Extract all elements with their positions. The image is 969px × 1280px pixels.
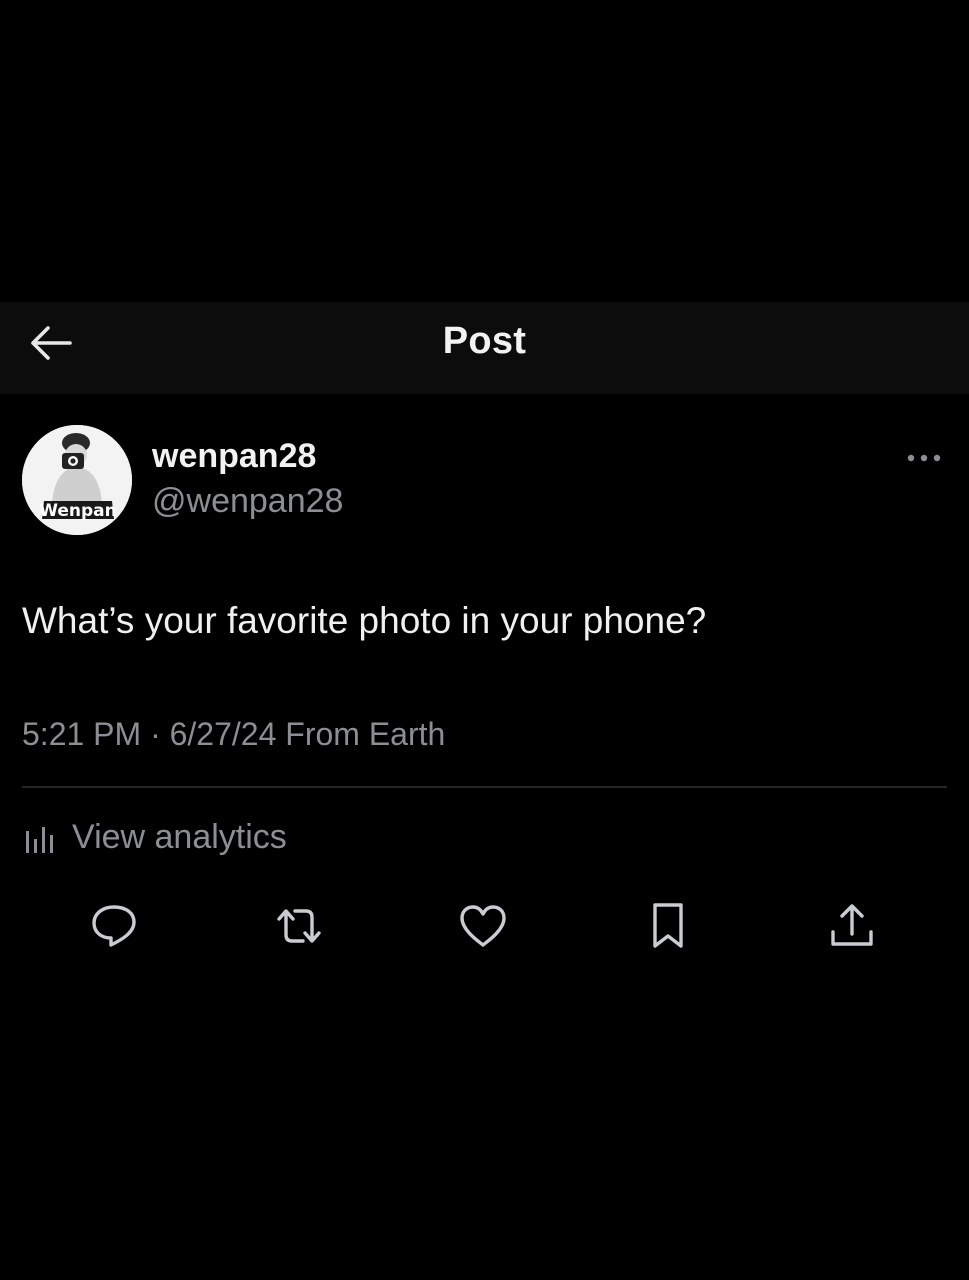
more-dots-icon <box>907 454 941 462</box>
more-options-button[interactable] <box>900 444 948 472</box>
author-display-name[interactable]: wenpan28 <box>152 437 316 476</box>
repost-icon <box>277 909 321 943</box>
like-button[interactable] <box>457 900 509 952</box>
post-text: What’s your favorite photo in your phone… <box>22 600 707 641</box>
post-timestamp: 5:21 PM · 6/27/24 From Earth <box>22 716 446 752</box>
author-handle[interactable]: @wenpan28 <box>152 482 343 521</box>
divider <box>22 786 947 788</box>
avatar-image: Wenpan <box>22 425 132 535</box>
repost-button[interactable] <box>273 900 325 952</box>
bar-chart-icon <box>26 827 53 853</box>
share-button[interactable] <box>826 900 878 952</box>
share-icon <box>831 904 873 946</box>
heart-icon <box>460 905 506 947</box>
bookmark-button[interactable] <box>642 900 694 952</box>
bookmark-icon <box>653 903 683 948</box>
view-analytics-link[interactable]: View analytics <box>22 814 287 860</box>
page-title: Post <box>442 320 527 362</box>
header-bar: Post <box>0 302 969 394</box>
reply-icon <box>92 905 136 947</box>
avatar-watermark: Wenpan <box>39 501 117 521</box>
view-analytics-label: View analytics <box>72 817 287 856</box>
avatar[interactable]: Wenpan <box>22 425 132 535</box>
reply-button[interactable] <box>88 900 140 952</box>
